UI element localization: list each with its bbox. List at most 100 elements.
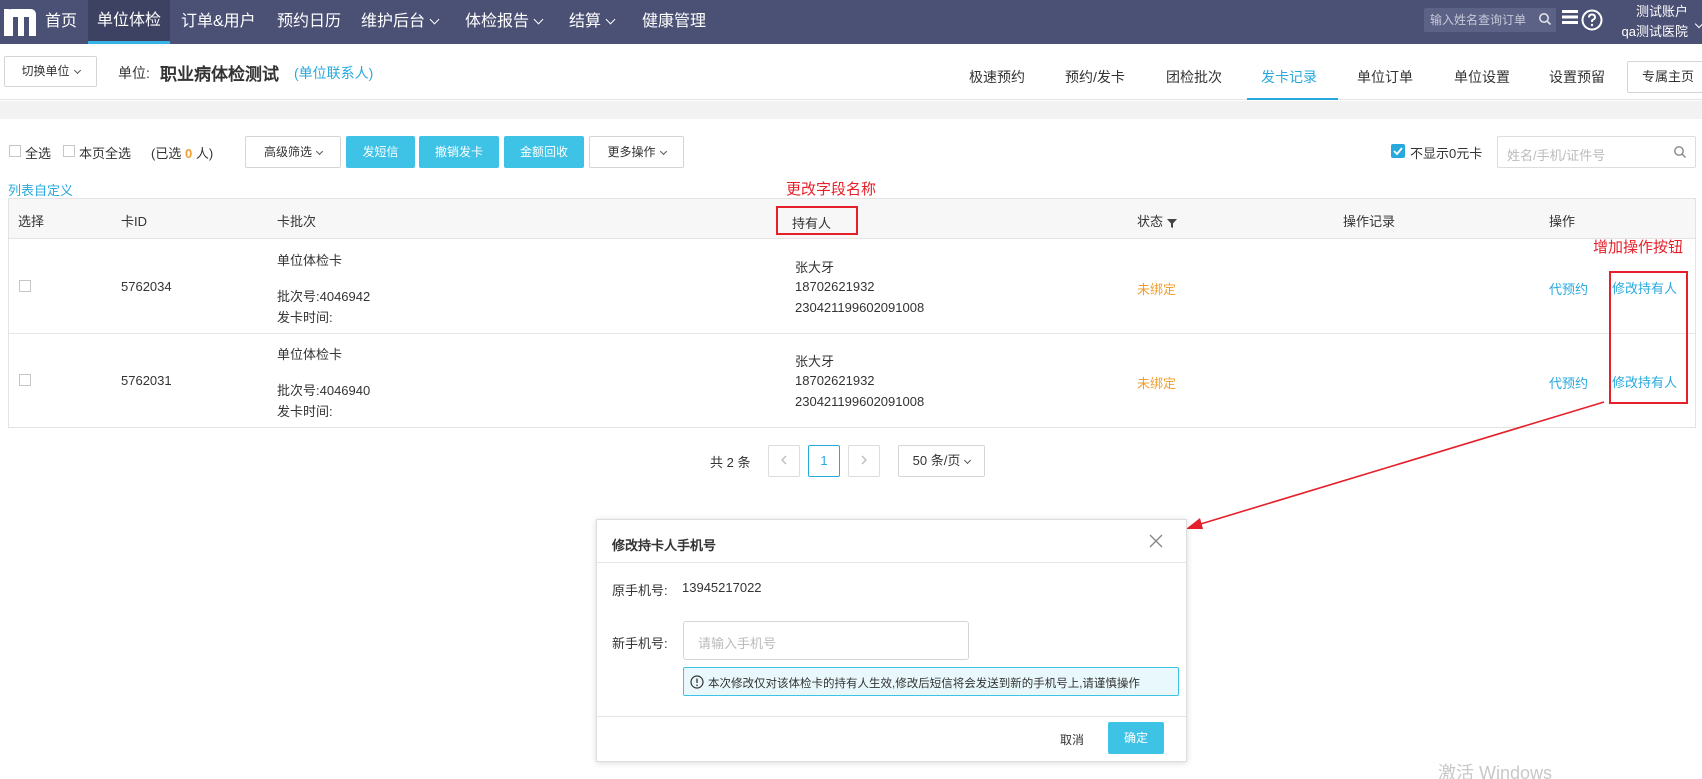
nav-orders-users[interactable]: 订单&用户 [172,0,265,44]
nav-appointment-calendar[interactable]: 预约日历 [268,0,350,44]
list-customize-link[interactable]: 列表自定义 [8,180,73,199]
unit-contact-link[interactable]: (单位联系人) [294,63,373,83]
batch-title: 单位体检卡 [277,253,343,268]
revoke-card-button[interactable]: 撤销发卡 [419,136,499,168]
cancel-button[interactable]: 取消 [1060,731,1084,748]
column-header-select: 选择 [18,214,45,229]
filter-icon[interactable] [1166,218,1177,228]
nav-settlement[interactable]: 结算 [560,0,623,44]
card-search-input[interactable]: 姓名/手机/证件号 [1497,136,1696,168]
select-all-checkbox[interactable] [9,145,21,157]
holder-phone: 18702621932 [795,279,875,294]
column-header-batch: 卡批次 [277,214,317,229]
chevron-down-icon [73,66,81,75]
search-icon[interactable] [1538,12,1552,26]
nav-maintenance-label: 维护后台 [361,13,426,30]
column-header-card-id: 卡ID [121,214,148,229]
logo-icon[interactable] [4,6,38,38]
send-sms-button[interactable]: 发短信 [346,136,415,168]
annotation-box-actions [1609,271,1688,404]
issue-time: 发卡时间: [277,310,333,325]
card-search-placeholder: 姓名/手机/证件号 [1507,148,1606,163]
page-number-button[interactable]: 1 [808,445,840,477]
windows-activation-watermark: 激活 Windows [1438,763,1553,779]
page-select-all-label: 本页全选 [79,146,132,161]
chevron-left-icon [781,455,787,465]
confirm-button[interactable]: 确定 [1108,722,1164,754]
help-icon[interactable] [1581,9,1603,31]
annotation-rename-field: 更改字段名称 [786,181,877,198]
column-header-status: 状态 [1137,211,1177,230]
row-checkbox[interactable] [19,280,31,292]
tab-reservation-settings[interactable]: 设置预留 [1535,54,1619,100]
status-badge: 未绑定 [1137,282,1177,297]
new-phone-input[interactable]: 请输入手机号 [683,621,969,660]
column-header-actions: 操作 [1549,214,1576,229]
hospital-name[interactable]: qa测试医院 [1622,21,1688,40]
modal-title: 修改持卡人手机号 [612,538,717,553]
original-phone-value: 13945217022 [682,580,762,595]
original-phone-label: 原手机号: [612,583,668,598]
nav-health-management[interactable]: 健康管理 [633,0,715,44]
order-search-input[interactable]: 输入姓名查询订单 [1424,8,1556,32]
column-header-status-label: 状态 [1137,214,1164,229]
row-divider [9,333,1695,334]
tab-quick-booking[interactable]: 极速预约 [955,54,1039,100]
card-id: 5762034 [121,279,172,294]
card-id: 5762031 [121,373,172,388]
account-name[interactable]: 测试账户 [1636,1,1688,20]
next-page-button[interactable] [848,445,880,477]
edit-phone-modal: 修改持卡人手机号 原手机号: 13945217022 新手机号: 请输入手机号 … [596,519,1187,762]
chevron-right-icon [861,455,867,465]
more-actions-label: 更多操作 [607,145,656,159]
chevron-down-icon [533,14,544,25]
checkmark-icon [1393,147,1403,156]
advanced-filter-label: 高级筛选 [263,145,312,159]
prev-page-button[interactable] [768,445,800,477]
refund-amount-button[interactable]: 金额回收 [504,136,584,168]
page-size-select[interactable]: 50 条/页 [898,445,985,477]
tab-group-batch[interactable]: 团检批次 [1152,54,1236,100]
issue-time: 发卡时间: [277,404,333,419]
row-checkbox[interactable] [19,374,31,386]
nav-unit-exam[interactable]: 单位体检 [88,0,171,44]
menu-list-icon[interactable] [1561,9,1579,25]
tab-unit-orders[interactable]: 单位订单 [1343,54,1427,100]
close-icon[interactable] [1149,534,1163,548]
unit-name: 职业病体检测试 [160,65,279,84]
modal-footer-divider [597,716,1186,717]
more-actions-button[interactable]: 更多操作 [589,136,684,168]
advanced-filter-button[interactable]: 高级筛选 [245,136,341,168]
nav-home[interactable]: 首页 [36,0,86,44]
nav-settlement-label: 结算 [569,13,602,30]
holder-name: 张大牙 [795,354,835,369]
batch-number: 批次号:4046942 [277,289,371,304]
notice-banner: 本次修改仅对该体检卡的持有人生效,修改后短信将会发送到新的手机号上,请谨慎操作 [683,667,1179,696]
switch-unit-button[interactable]: 切换单位 [4,56,97,87]
top-nav: 首页 单位体检 订单&用户 预约日历 维护后台 体检报告 结算 健康管理 输入姓… [0,0,1702,44]
nav-exam-report-label: 体检报告 [465,13,530,30]
tab-booking-issue-card[interactable]: 预约/发卡 [1051,54,1139,100]
page-select-all-checkbox[interactable] [63,145,75,157]
modal-header-divider [597,562,1186,563]
tab-unit-settings[interactable]: 单位设置 [1440,54,1524,100]
proxy-booking-link[interactable]: 代预约 [1549,279,1588,298]
search-icon[interactable] [1673,145,1687,159]
chevron-down-icon [964,456,972,465]
holder-phone: 18702621932 [795,373,875,388]
holder-name: 张大牙 [795,260,835,275]
chevron-down-icon [605,14,616,25]
order-search-placeholder: 输入姓名查询订单 [1430,13,1527,27]
new-phone-label: 新手机号: [612,636,668,651]
info-icon [690,675,704,689]
tab-card-records[interactable]: 发卡记录 [1247,54,1338,100]
exclusive-homepage-button[interactable]: 专属主页 [1627,61,1702,93]
proxy-booking-link[interactable]: 代预约 [1549,373,1588,392]
column-header-operation-log: 操作记录 [1343,214,1396,229]
nav-maintenance[interactable]: 维护后台 [352,0,447,44]
selected-count: (已选 0 人) [151,143,213,162]
switch-unit-label: 切换单位 [21,64,70,78]
new-phone-placeholder: 请输入手机号 [698,636,777,651]
nav-exam-report[interactable]: 体检报告 [456,0,551,44]
hide-zero-card-checkbox[interactable] [1391,144,1405,158]
